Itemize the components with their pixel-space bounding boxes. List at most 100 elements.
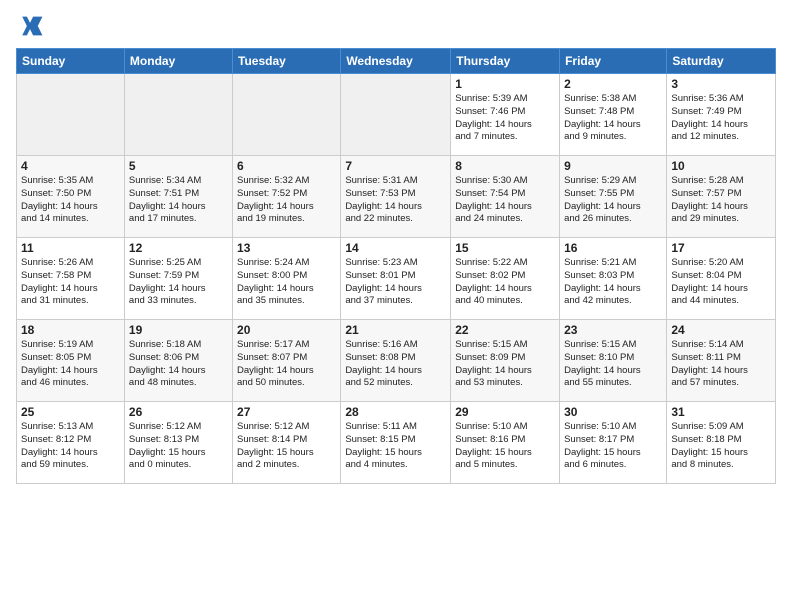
day-number: 30 xyxy=(564,405,662,419)
day-cell-0-4: 1 Sunrise: 5:39 AM Sunset: 7:46 PM Daylig… xyxy=(451,74,560,156)
week-row-0: 1 Sunrise: 5:39 AM Sunset: 7:46 PM Daylig… xyxy=(17,74,776,156)
day-info: Sunrise: 5:34 AM Sunset: 7:51 PM Dayligh… xyxy=(129,175,228,226)
day-info: Sunrise: 5:32 AM Sunset: 7:52 PM Dayligh… xyxy=(237,175,336,226)
day-cell-2-1: 12 Sunrise: 5:25 AM Sunset: 7:59 PM Dayli… xyxy=(124,238,232,320)
day-cell-4-5: 30 Sunrise: 5:10 AM Sunset: 8:17 PM Dayli… xyxy=(560,402,667,484)
day-info: Sunrise: 5:28 AM Sunset: 7:57 PM Dayligh… xyxy=(671,175,771,226)
day-number: 31 xyxy=(671,405,771,419)
day-cell-3-0: 18 Sunrise: 5:19 AM Sunset: 8:05 PM Dayli… xyxy=(17,320,125,402)
day-info: Sunrise: 5:21 AM Sunset: 8:03 PM Dayligh… xyxy=(564,257,662,308)
day-info: Sunrise: 5:16 AM Sunset: 8:08 PM Dayligh… xyxy=(345,339,446,390)
weekday-monday: Monday xyxy=(124,49,232,74)
weekday-header: SundayMondayTuesdayWednesdayThursdayFrid… xyxy=(17,49,776,74)
day-cell-0-1 xyxy=(124,74,232,156)
day-info: Sunrise: 5:17 AM Sunset: 8:07 PM Dayligh… xyxy=(237,339,336,390)
day-info: Sunrise: 5:10 AM Sunset: 8:17 PM Dayligh… xyxy=(564,421,662,472)
calendar: SundayMondayTuesdayWednesdayThursdayFrid… xyxy=(16,48,776,484)
day-cell-0-2 xyxy=(233,74,341,156)
day-number: 8 xyxy=(455,159,555,173)
day-number: 7 xyxy=(345,159,446,173)
day-cell-4-0: 25Sunrise: 5:13 AM Sunset: 8:12 PM Dayli… xyxy=(17,402,125,484)
header xyxy=(16,12,776,40)
day-cell-4-4: 29 Sunrise: 5:10 AM Sunset: 8:16 PM Dayli… xyxy=(451,402,560,484)
day-info: Sunrise: 5:19 AM Sunset: 8:05 PM Dayligh… xyxy=(21,339,120,390)
day-number: 21 xyxy=(345,323,446,337)
day-info: Sunrise: 5:39 AM Sunset: 7:46 PM Dayligh… xyxy=(455,93,555,144)
logo xyxy=(16,12,48,40)
day-number: 19 xyxy=(129,323,228,337)
weekday-friday: Friday xyxy=(560,49,667,74)
day-cell-1-4: 8 Sunrise: 5:30 AM Sunset: 7:54 PM Daylig… xyxy=(451,156,560,238)
day-number: 27 xyxy=(237,405,336,419)
day-info: Sunrise: 5:12 AM Sunset: 8:13 PM Dayligh… xyxy=(129,421,228,472)
weekday-sunday: Sunday xyxy=(17,49,125,74)
day-cell-1-2: 6Sunrise: 5:32 AM Sunset: 7:52 PM Daylig… xyxy=(233,156,341,238)
day-info: Sunrise: 5:24 AM Sunset: 8:00 PM Dayligh… xyxy=(237,257,336,308)
day-info: Sunrise: 5:23 AM Sunset: 8:01 PM Dayligh… xyxy=(345,257,446,308)
day-number: 28 xyxy=(345,405,446,419)
day-cell-4-6: 31 Sunrise: 5:09 AM Sunset: 8:18 PM Dayli… xyxy=(667,402,776,484)
day-info: Sunrise: 5:12 AM Sunset: 8:14 PM Dayligh… xyxy=(237,421,336,472)
day-cell-0-6: 3 Sunrise: 5:36 AM Sunset: 7:49 PM Daylig… xyxy=(667,74,776,156)
day-number: 2 xyxy=(564,77,662,91)
day-number: 12 xyxy=(129,241,228,255)
day-number: 10 xyxy=(671,159,771,173)
day-number: 14 xyxy=(345,241,446,255)
day-cell-0-0 xyxy=(17,74,125,156)
day-cell-0-5: 2 Sunrise: 5:38 AM Sunset: 7:48 PM Daylig… xyxy=(560,74,667,156)
day-number: 1 xyxy=(455,77,555,91)
day-cell-3-2: 20 Sunrise: 5:17 AM Sunset: 8:07 PM Dayli… xyxy=(233,320,341,402)
day-info: Sunrise: 5:11 AM Sunset: 8:15 PM Dayligh… xyxy=(345,421,446,472)
logo-icon xyxy=(16,12,44,40)
week-row-4: 25Sunrise: 5:13 AM Sunset: 8:12 PM Dayli… xyxy=(17,402,776,484)
day-cell-4-2: 27 Sunrise: 5:12 AM Sunset: 8:14 PM Dayli… xyxy=(233,402,341,484)
day-number: 26 xyxy=(129,405,228,419)
day-cell-3-3: 21 Sunrise: 5:16 AM Sunset: 8:08 PM Dayli… xyxy=(341,320,451,402)
day-number: 24 xyxy=(671,323,771,337)
day-cell-1-1: 5 Sunrise: 5:34 AM Sunset: 7:51 PM Daylig… xyxy=(124,156,232,238)
day-info: Sunrise: 5:25 AM Sunset: 7:59 PM Dayligh… xyxy=(129,257,228,308)
day-cell-3-4: 22 Sunrise: 5:15 AM Sunset: 8:09 PM Dayli… xyxy=(451,320,560,402)
day-cell-1-3: 7Sunrise: 5:31 AM Sunset: 7:53 PM Daylig… xyxy=(341,156,451,238)
day-cell-1-0: 4Sunrise: 5:35 AM Sunset: 7:50 PM Daylig… xyxy=(17,156,125,238)
day-cell-2-6: 17 Sunrise: 5:20 AM Sunset: 8:04 PM Dayli… xyxy=(667,238,776,320)
day-number: 16 xyxy=(564,241,662,255)
day-cell-2-4: 15Sunrise: 5:22 AM Sunset: 8:02 PM Dayli… xyxy=(451,238,560,320)
day-info: Sunrise: 5:36 AM Sunset: 7:49 PM Dayligh… xyxy=(671,93,771,144)
day-number: 18 xyxy=(21,323,120,337)
day-cell-3-1: 19 Sunrise: 5:18 AM Sunset: 8:06 PM Dayli… xyxy=(124,320,232,402)
day-info: Sunrise: 5:26 AM Sunset: 7:58 PM Dayligh… xyxy=(21,257,120,308)
day-info: Sunrise: 5:15 AM Sunset: 8:09 PM Dayligh… xyxy=(455,339,555,390)
day-number: 22 xyxy=(455,323,555,337)
day-info: Sunrise: 5:20 AM Sunset: 8:04 PM Dayligh… xyxy=(671,257,771,308)
week-row-3: 18 Sunrise: 5:19 AM Sunset: 8:05 PM Dayli… xyxy=(17,320,776,402)
weekday-saturday: Saturday xyxy=(667,49,776,74)
day-cell-2-5: 16 Sunrise: 5:21 AM Sunset: 8:03 PM Dayli… xyxy=(560,238,667,320)
page: SundayMondayTuesdayWednesdayThursdayFrid… xyxy=(0,0,792,612)
day-number: 17 xyxy=(671,241,771,255)
day-number: 9 xyxy=(564,159,662,173)
day-info: Sunrise: 5:18 AM Sunset: 8:06 PM Dayligh… xyxy=(129,339,228,390)
weekday-tuesday: Tuesday xyxy=(233,49,341,74)
day-cell-2-2: 13Sunrise: 5:24 AM Sunset: 8:00 PM Dayli… xyxy=(233,238,341,320)
day-info: Sunrise: 5:38 AM Sunset: 7:48 PM Dayligh… xyxy=(564,93,662,144)
day-cell-3-6: 24Sunrise: 5:14 AM Sunset: 8:11 PM Dayli… xyxy=(667,320,776,402)
day-number: 20 xyxy=(237,323,336,337)
day-number: 23 xyxy=(564,323,662,337)
day-number: 3 xyxy=(671,77,771,91)
day-number: 11 xyxy=(21,241,120,255)
day-cell-1-5: 9Sunrise: 5:29 AM Sunset: 7:55 PM Daylig… xyxy=(560,156,667,238)
day-info: Sunrise: 5:30 AM Sunset: 7:54 PM Dayligh… xyxy=(455,175,555,226)
day-cell-4-1: 26 Sunrise: 5:12 AM Sunset: 8:13 PM Dayli… xyxy=(124,402,232,484)
day-number: 5 xyxy=(129,159,228,173)
day-info: Sunrise: 5:09 AM Sunset: 8:18 PM Dayligh… xyxy=(671,421,771,472)
week-row-1: 4Sunrise: 5:35 AM Sunset: 7:50 PM Daylig… xyxy=(17,156,776,238)
day-info: Sunrise: 5:15 AM Sunset: 8:10 PM Dayligh… xyxy=(564,339,662,390)
day-info: Sunrise: 5:10 AM Sunset: 8:16 PM Dayligh… xyxy=(455,421,555,472)
day-number: 29 xyxy=(455,405,555,419)
day-cell-2-3: 14 Sunrise: 5:23 AM Sunset: 8:01 PM Dayli… xyxy=(341,238,451,320)
day-cell-0-3 xyxy=(341,74,451,156)
week-row-2: 11 Sunrise: 5:26 AM Sunset: 7:58 PM Dayli… xyxy=(17,238,776,320)
day-info: Sunrise: 5:35 AM Sunset: 7:50 PM Dayligh… xyxy=(21,175,120,226)
day-cell-3-5: 23 Sunrise: 5:15 AM Sunset: 8:10 PM Dayli… xyxy=(560,320,667,402)
